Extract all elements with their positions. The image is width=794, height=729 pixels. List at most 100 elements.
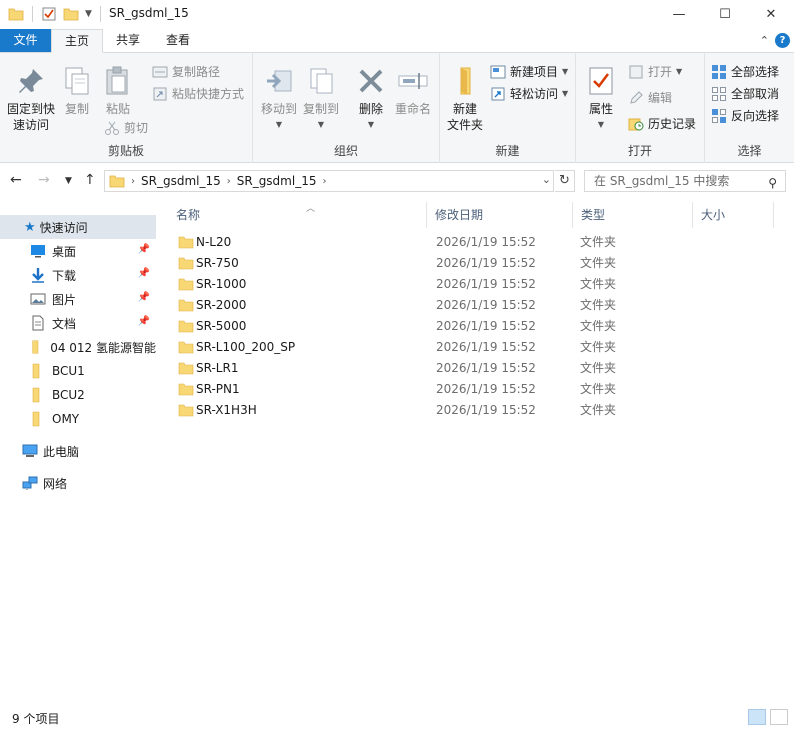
copy-to-button[interactable]: 复制到 ▼ <box>301 65 341 133</box>
tab-view[interactable]: 查看 <box>153 29 203 52</box>
new-item-icon <box>490 65 506 78</box>
table-row[interactable]: SR-L100_200_SP 2026/1/19 15:52 文件夹 <box>168 336 784 357</box>
ribbon-tabs: 文件 主页 共享 查看 ⌃ ? <box>0 29 794 53</box>
move-to-icon <box>267 70 292 92</box>
copy-icon <box>65 67 89 95</box>
nav-this-pc[interactable]: 此电脑 <box>0 439 156 463</box>
breadcrumb-separator-icon[interactable]: › <box>131 176 135 187</box>
clipboard-group-label: 剪贴板 <box>107 144 144 158</box>
search-input[interactable]: 在 SR_gsdml_15 中搜索 ⚲ <box>584 170 786 192</box>
tab-share[interactable]: 共享 <box>103 29 153 52</box>
tab-file[interactable]: 文件 <box>0 29 51 52</box>
invert-selection-icon <box>712 108 726 123</box>
new-folder-button[interactable]: 新建 文件夹 <box>444 65 486 133</box>
nav-item-folder[interactable]: 04 012 氢能源智能 <box>0 335 156 359</box>
folder-icon <box>109 175 125 188</box>
new-folder-icon[interactable] <box>63 6 79 22</box>
details-view-icon[interactable] <box>748 709 766 725</box>
forward-arrow-icon[interactable]: → <box>38 172 50 188</box>
folder-icon <box>178 236 194 249</box>
nav-item-downloads[interactable]: 下载 📌 <box>0 263 156 287</box>
tab-home[interactable]: 主页 <box>51 29 104 53</box>
nav-item-folder[interactable]: OMY <box>0 407 156 431</box>
folder-icon <box>8 8 24 21</box>
edit-button[interactable]: 编辑 <box>628 89 672 106</box>
paste-icon <box>106 66 128 95</box>
select-all-button[interactable]: 全部选择 <box>711 63 779 80</box>
breadcrumb-item[interactable]: SR_gsdml_15 <box>141 174 221 188</box>
breadcrumb-separator-icon[interactable]: › <box>227 176 231 187</box>
new-item-button[interactable]: 新建项目 ▼ <box>490 63 568 80</box>
nav-item-folder[interactable]: BCU1 <box>0 359 156 383</box>
table-row[interactable]: SR-1000 2026/1/19 15:52 文件夹 <box>168 273 784 294</box>
table-row[interactable]: SR-PN1 2026/1/19 15:52 文件夹 <box>168 378 784 399</box>
invert-selection-button[interactable]: 反向选择 <box>711 107 779 124</box>
recent-locations-chevron-icon[interactable]: ▼ <box>65 176 72 186</box>
pin-to-quick-access-button[interactable]: 固定到快 速访问 <box>4 65 58 133</box>
history-button[interactable]: 历史记录 <box>628 115 696 132</box>
up-arrow-icon[interactable]: ↑ <box>84 172 96 188</box>
copy-path-icon <box>152 66 168 77</box>
address-history-chevron-icon[interactable]: ⌄ <box>542 173 551 186</box>
breadcrumb-item[interactable]: SR_gsdml_15 <box>237 174 317 188</box>
select-group: 全部选择 全部取消 反向选择 选择 <box>705 53 794 163</box>
refresh-button[interactable]: ↻ <box>555 170 575 192</box>
address-bar[interactable]: › SR_gsdml_15 › SR_gsdml_15 › ⌄ <box>104 170 554 192</box>
table-row[interactable]: SR-LR1 2026/1/19 15:52 文件夹 <box>168 357 784 378</box>
minimize-button[interactable]: — <box>656 0 702 28</box>
navigation-pane: ★ 快速访问 桌面 📌 下载 📌 图片 📌 文档 📌 04 012 氢能源智能 … <box>0 199 158 701</box>
copy-path-button[interactable]: 复制路径 <box>152 63 220 80</box>
sort-ascending-icon: ︿ <box>306 204 316 214</box>
move-to-button[interactable]: 移动到 ▼ <box>259 65 299 133</box>
copy-button[interactable]: 复制 <box>60 65 94 117</box>
table-row[interactable]: SR-X1H3H 2026/1/19 15:52 文件夹 <box>168 399 784 420</box>
large-icons-view-icon[interactable] <box>770 709 788 725</box>
delete-button[interactable]: 删除 ▼ <box>351 65 391 133</box>
nav-item-documents[interactable]: 文档 📌 <box>0 311 156 335</box>
collapse-ribbon-chevron-icon[interactable]: ⌃ <box>760 34 769 47</box>
easy-access-button[interactable]: 轻松访问 ▼ <box>490 85 568 102</box>
table-row[interactable]: SR-2000 2026/1/19 15:52 文件夹 <box>168 294 784 315</box>
column-header-date[interactable]: 修改日期 <box>427 202 573 228</box>
column-header-name[interactable]: ︿ 名称 <box>168 202 427 228</box>
select-none-button[interactable]: 全部取消 <box>711 85 779 102</box>
breadcrumb-separator-icon[interactable]: › <box>322 176 326 187</box>
paste-shortcut-button[interactable]: 粘贴快捷方式 <box>152 85 244 102</box>
maximize-button[interactable]: ☐ <box>702 0 748 28</box>
nav-item-folder[interactable]: BCU2 <box>0 383 156 407</box>
folder-icon <box>32 363 40 379</box>
help-icon[interactable]: ? <box>775 33 790 48</box>
nav-network[interactable]: 网络 <box>0 471 156 495</box>
cut-button[interactable]: 剪切 <box>104 119 148 136</box>
close-button[interactable]: ✕ <box>748 0 794 28</box>
window-title: SR_gsdml_15 <box>109 6 189 20</box>
open-button[interactable]: 打开 ▼ <box>628 63 682 80</box>
table-row[interactable]: N-L20 2026/1/19 15:52 文件夹 <box>168 231 784 252</box>
properties-icon[interactable] <box>41 6 57 22</box>
customize-toolbar-chevron-icon[interactable]: ▼ <box>85 9 92 19</box>
folder-icon <box>178 383 194 396</box>
back-arrow-icon[interactable]: ← <box>10 172 22 188</box>
paste-button[interactable]: 粘贴 <box>100 65 136 117</box>
new-group-label: 新建 <box>495 144 520 158</box>
computer-icon <box>22 444 38 457</box>
nav-quick-access[interactable]: ★ 快速访问 <box>0 215 156 239</box>
rename-icon <box>398 73 428 89</box>
table-row[interactable]: SR-5000 2026/1/19 15:52 文件夹 <box>168 315 784 336</box>
pin-icon: 📌 <box>137 268 150 279</box>
nav-item-pictures[interactable]: 图片 📌 <box>0 287 156 311</box>
delete-x-icon <box>359 69 383 93</box>
column-header-size[interactable]: 大小 <box>693 202 774 228</box>
table-row[interactable]: SR-750 2026/1/19 15:52 文件夹 <box>168 252 784 273</box>
folder-icon <box>178 320 194 333</box>
column-header-type[interactable]: 类型 <box>573 202 693 228</box>
rename-button[interactable]: 重命名 <box>391 65 435 117</box>
navigation-bar: ← → ▼ ↑ › SR_gsdml_15 › SR_gsdml_15 › ⌄ … <box>0 163 794 199</box>
star-icon: ★ <box>24 219 36 235</box>
properties-button[interactable]: 属性 ▼ <box>582 65 620 133</box>
nav-item-desktop[interactable]: 桌面 📌 <box>0 239 156 263</box>
history-icon <box>628 118 644 130</box>
folder-icon <box>178 341 194 354</box>
title-bar: ▼ SR_gsdml_15 — ☐ ✕ <box>0 0 794 28</box>
scissors-icon <box>105 121 119 135</box>
